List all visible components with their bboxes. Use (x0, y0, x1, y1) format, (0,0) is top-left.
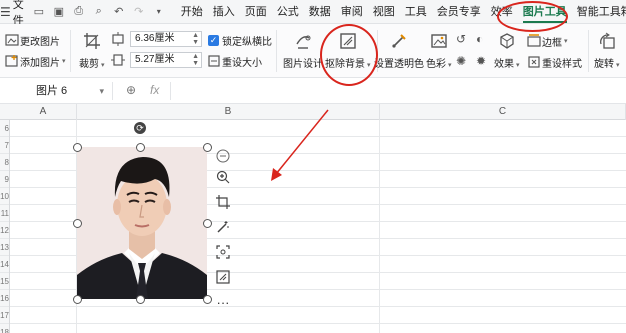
spreadsheet-window: ☰ 文件 ▭ ▣ ⎙ ⌕ ↶ ↷ ▾ 开始 插入 页面 公式 数据 审阅 视图 … (0, 0, 626, 333)
annotation-arrow (271, 109, 329, 181)
